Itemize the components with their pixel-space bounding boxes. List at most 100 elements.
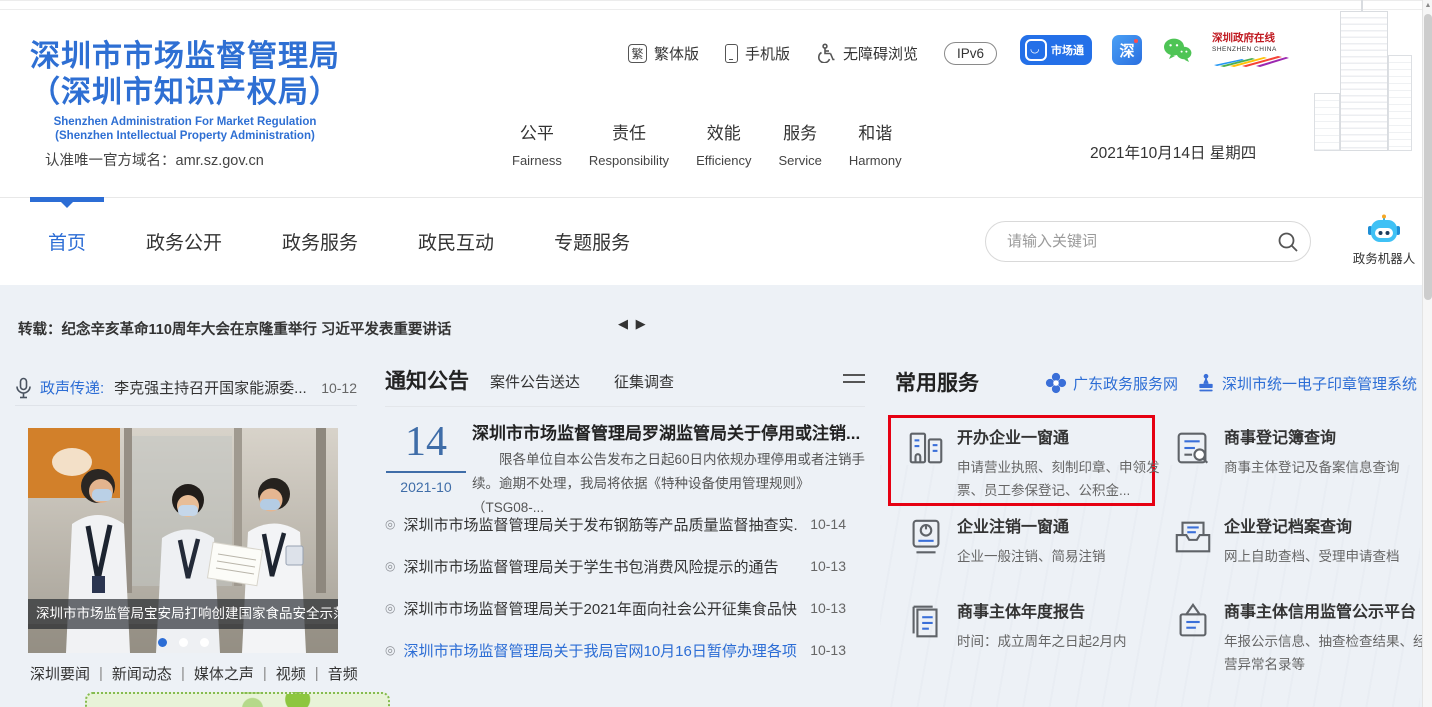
eseal-system-link[interactable]: 深圳市统一电子印章管理系统 [1196, 373, 1417, 394]
notice-row[interactable]: ◎ 深圳市市场监督管理局关于学生书包消费风险提示的通告 10-13 [385, 545, 846, 587]
building-sketch-left [1314, 93, 1340, 151]
notice-row[interactable]: ◎ 深圳市市场监督管理局关于发布钢筋等产品质量监督抽查实... 10-14 [385, 503, 846, 545]
app-links-bar: 市场通 深 深圳政府在线 SHENZHEN CHINA [1020, 33, 1290, 67]
notice-list: ◎ 深圳市市场监督管理局关于发布钢筋等产品质量监督抽查实... 10-14 ◎ … [385, 503, 846, 671]
service-card-deregistration[interactable]: 企业注销一窗通 企业一般注销、简易注销 [905, 513, 1155, 568]
service-card-registry-query[interactable]: 商事登记簿查询 商事主体登记及备案信息查询 [1172, 424, 1422, 479]
service-card-credit-platform[interactable]: 商事主体信用监管公示平台 年报公示信息、抽查检查结果、经营异常名录等 [1172, 598, 1422, 676]
featured-date: 14 2021-10 [385, 419, 467, 495]
carousel-dot-2[interactable] [179, 638, 188, 647]
stamp-icon [1196, 373, 1216, 393]
traditional-icon: 繁 [628, 44, 647, 63]
accessibility-label: 无障碍浏览 [843, 43, 918, 64]
news-ticker[interactable]: 转载：纪念辛亥革命110周年大会在京隆重举行 习近平发表重要讲话 [18, 318, 451, 339]
ticker-next-button[interactable]: ▶ [636, 316, 648, 331]
ticker-arrows: ◀ ▶ [618, 316, 648, 332]
service-card-annual-report[interactable]: 商事主体年度报告 时间：成立周年之日起2月内 [905, 598, 1155, 653]
value-service: 服务 Service [778, 119, 821, 168]
value-harmony: 和谐 Harmony [849, 119, 902, 168]
link-audio[interactable]: 音频 [328, 663, 358, 684]
link-video[interactable]: 视频 [276, 663, 306, 684]
buildings-icon [905, 427, 947, 469]
featured-date-divider [386, 471, 466, 473]
service-card-archive-query[interactable]: 企业登记档案查询 网上自助查档、受理申请查档 [1172, 513, 1422, 568]
pinwheel-icon [1045, 372, 1067, 394]
logo-title-en-1: Shenzhen Administration For Market Regul… [25, 115, 345, 129]
bag-icon [1025, 39, 1047, 61]
robot-icon [1364, 214, 1404, 246]
shichangtong-label: 市场通 [1051, 42, 1084, 58]
notices-header: 通知公告 案件公告送达 征集调查 [385, 365, 865, 407]
featured-month: 2021-10 [385, 479, 467, 495]
mobile-version-link[interactable]: 手机版 [725, 43, 790, 64]
content-area: 转载：纪念辛亥革命110周年大会在京隆重举行 习近平发表重要讲话 ◀ ▶ 政声传… [0, 285, 1432, 707]
core-values: 公平 Fairness 责任 Responsibility 效能 Efficie… [512, 119, 902, 168]
ticker-prev-button[interactable]: ◀ [618, 316, 630, 331]
nav-items: 首页 政务公开 政务服务 政民互动 专题服务 [48, 228, 630, 255]
featured-notice-title[interactable]: 深圳市市场监督管理局罗湖监管局关于停用或注销... [472, 419, 864, 444]
tab-case-announcements[interactable]: 案件公告送达 [490, 371, 580, 392]
search-box [985, 221, 1311, 262]
carousel-dot-1[interactable] [158, 638, 167, 647]
sz-logo-swoosh [1212, 55, 1290, 67]
shen-i-nin-app-icon[interactable]: 深 [1112, 35, 1142, 65]
photo-carousel[interactable]: 深圳市市场监管局宝安局打响创建国家食品安全示范... [28, 428, 338, 653]
link-media-voice[interactable]: 媒体之声 [194, 663, 254, 684]
nav-item-gov-services[interactable]: 政务服务 [282, 228, 358, 255]
building-sketch [1340, 11, 1388, 151]
main-nav: 首页 政务公开 政务服务 政民互动 专题服务 [0, 197, 1432, 285]
scrollbar-thumb[interactable] [1424, 14, 1432, 300]
value-responsibility: 责任 Responsibility [589, 119, 669, 168]
featured-notice[interactable]: 14 2021-10 深圳市市场监督管理局罗湖监管局关于停用或注销... 限各单… [385, 419, 865, 509]
carousel-dots [28, 638, 338, 647]
traditional-label: 繁体版 [654, 43, 699, 64]
sz-logo-en: SHENZHEN CHINA [1212, 44, 1277, 55]
traditional-version-link[interactable]: 繁 繁体版 [628, 43, 699, 64]
archive-tray-icon [1172, 516, 1214, 558]
value-efficiency: 效能 Efficiency [696, 119, 751, 168]
voice-news-label[interactable]: 政声传递: [40, 377, 104, 398]
nav-item-gov-disclosure[interactable]: 政务公开 [146, 228, 222, 255]
tab-solicitation-survey[interactable]: 征集调查 [614, 371, 674, 392]
ipv6-badge[interactable]: IPv6 [944, 42, 997, 65]
microphone-icon [15, 377, 32, 399]
logo-title-zh-1: 深圳市市场监督管理局 [25, 39, 345, 75]
nav-item-home[interactable]: 首页 [48, 228, 86, 255]
page-scrollbar[interactable]: ▲ [1422, 0, 1432, 707]
gov-robot-button[interactable]: 政务机器人 [1352, 214, 1416, 267]
phone-icon [725, 44, 738, 63]
site-logo[interactable]: 深圳市市场监督管理局 （深圳市知识产权局） Shenzhen Administr… [25, 39, 345, 143]
service-card-open-business[interactable]: 开办企业一窗通 申请营业执照、刻制印章、申领发票、员工参保登记、公积金... [905, 424, 1155, 502]
voice-news-title[interactable]: 李克强主持召开国家能源委... [114, 377, 315, 398]
carousel-caption[interactable]: 深圳市市场监管局宝安局打响创建国家食品安全示范... [28, 599, 338, 629]
accessibility-link[interactable]: 无障碍浏览 [816, 43, 918, 64]
shichangtong-app-icon[interactable]: 市场通 [1020, 35, 1092, 65]
carousel-dot-3[interactable] [200, 638, 209, 647]
services-title: 常用服务 [895, 367, 979, 397]
current-date: 2021年10月14日 星期四 [1090, 141, 1256, 163]
sz-logo-zh: 深圳政府在线 [1212, 33, 1275, 44]
nav-item-interaction[interactable]: 政民互动 [418, 228, 494, 255]
link-news-updates[interactable]: 新闻动态 [112, 663, 172, 684]
wechat-icon[interactable] [1162, 37, 1192, 63]
scrollbar-up-arrow[interactable]: ▲ [1423, 2, 1432, 9]
official-domain-note: 认准唯一官方域名：amr.sz.gov.cn [45, 149, 264, 170]
page: 深圳市市场监督管理局 （深圳市知识产权局） Shenzhen Administr… [0, 0, 1432, 707]
guangdong-services-link[interactable]: 广东政务服务网 [1045, 372, 1178, 394]
notice-row[interactable]: ◎ 深圳市市场监督管理局关于我局官网10月16日暂停办理各项... 10-13 [385, 629, 846, 671]
report-pages-icon [905, 601, 947, 643]
bullet-icon: ◎ [385, 601, 395, 615]
document-search-icon [1172, 427, 1214, 469]
voice-news-row[interactable]: 政声传递: 李克强主持召开国家能源委... 10-12 [15, 370, 357, 406]
more-icon[interactable] [843, 373, 865, 385]
notice-row[interactable]: ◎ 深圳市市场监督管理局关于2021年面向社会公开征集食品快... 10-13 [385, 587, 846, 629]
power-doc-icon [905, 516, 947, 558]
featured-day: 14 [385, 419, 467, 465]
search-input[interactable] [986, 233, 1266, 250]
link-shenzhen-news[interactable]: 深圳要闻 [30, 663, 90, 684]
shenzhen-china-logo[interactable]: 深圳政府在线 SHENZHEN CHINA [1212, 33, 1290, 67]
bullet-icon: ◎ [385, 643, 395, 657]
green-banner-partial[interactable] [85, 692, 390, 707]
search-icon[interactable] [1266, 230, 1310, 254]
nav-item-special-services[interactable]: 专题服务 [554, 228, 630, 255]
